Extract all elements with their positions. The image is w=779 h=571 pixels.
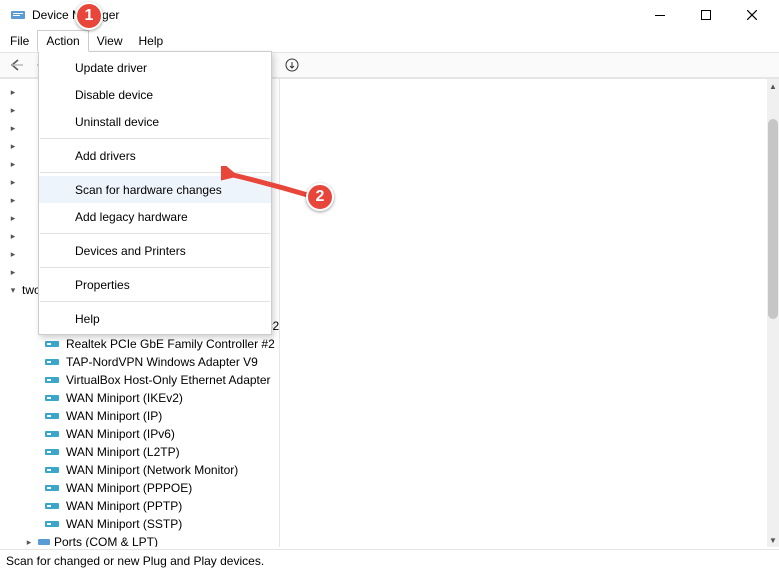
chevron-right-icon: ▸ (6, 227, 20, 245)
chevron-right-icon: ▸ (6, 173, 20, 191)
tree-device[interactable]: WAN Miniport (IPv6) (0, 425, 279, 443)
annotation-callout-1: 1 (75, 2, 103, 30)
tree-device[interactable]: VirtualBox Host-Only Ethernet Adapter (0, 371, 279, 389)
network-adapter-icon (44, 428, 60, 440)
device-label: VirtualBox Host-Only Ethernet Adapter (66, 371, 271, 389)
chevron-right-icon: ▸ (6, 101, 20, 119)
device-label: WAN Miniport (Network Monitor) (66, 461, 238, 479)
chevron-right-icon: ▸ (6, 209, 20, 227)
device-label: WAN Miniport (IKEv2) (66, 389, 183, 407)
window-title: Device Manager (32, 8, 637, 22)
chevron-right-icon: ▸ (6, 245, 20, 263)
menu-properties[interactable]: Properties (39, 271, 271, 298)
menu-separator (40, 233, 270, 234)
device-label: WAN Miniport (L2TP) (66, 443, 180, 461)
tree-device[interactable]: WAN Miniport (PPTP) (0, 497, 279, 515)
scroll-thumb[interactable] (768, 119, 778, 319)
network-adapter-icon (44, 338, 60, 350)
annotation-callout-2: 2 (306, 183, 334, 211)
chevron-right-icon: ▸ (6, 263, 20, 281)
network-adapter-icon (44, 518, 60, 530)
menubar: File Action View Help (0, 30, 779, 52)
tree-device[interactable]: Realtek PCIe GbE Family Controller #2 (0, 335, 279, 353)
menu-devices-printers[interactable]: Devices and Printers (39, 237, 271, 264)
back-button[interactable] (6, 54, 28, 76)
menu-help[interactable]: Help (131, 30, 172, 52)
menu-disable-device[interactable]: Disable device (39, 81, 271, 108)
device-label: WAN Miniport (SSTP) (66, 515, 182, 533)
chevron-right-icon: ▸ (6, 155, 20, 173)
chevron-down-icon: ▾ (6, 281, 20, 299)
close-button[interactable] (729, 0, 775, 30)
tree-category-label: Ports (COM & LPT) (52, 533, 158, 547)
tree-device[interactable]: TAP-NordVPN Windows Adapter V9 (0, 353, 279, 371)
device-label: WAN Miniport (PPTP) (66, 497, 182, 515)
app-icon (10, 7, 26, 23)
device-label: WAN Miniport (IP) (66, 407, 162, 425)
minimize-button[interactable] (637, 0, 683, 30)
chevron-right-icon: ▸ (6, 137, 20, 155)
device-label: Realtek PCIe GbE Family Controller #2 (66, 335, 275, 353)
tree-device[interactable]: WAN Miniport (L2TP) (0, 443, 279, 461)
chevron-right-icon: ▸ (6, 83, 20, 101)
maximize-button[interactable] (683, 0, 729, 30)
vertical-scrollbar[interactable]: ▲ ▼ (767, 79, 779, 547)
chevron-right-icon: ▸ (6, 191, 20, 209)
menu-update-driver[interactable]: Update driver (39, 54, 271, 81)
tree-device[interactable]: WAN Miniport (PPPOE) (0, 479, 279, 497)
statusbar: Scan for changed or new Plug and Play de… (0, 549, 779, 571)
menu-action[interactable]: Action (37, 30, 88, 52)
network-adapter-icon (44, 392, 60, 404)
menu-add-legacy[interactable]: Add legacy hardware (39, 203, 271, 230)
network-adapter-icon (44, 482, 60, 494)
menu-file[interactable]: File (2, 30, 37, 52)
network-adapter-icon (44, 374, 60, 386)
toolbar-scan-icon[interactable] (281, 54, 303, 76)
chevron-right-icon: ▸ (6, 119, 20, 137)
device-label: WAN Miniport (IPv6) (66, 425, 175, 443)
network-adapter-icon (44, 410, 60, 422)
window-controls (637, 0, 775, 30)
menu-separator (40, 267, 270, 268)
menu-uninstall-device[interactable]: Uninstall device (39, 108, 271, 135)
titlebar: Device Manager (0, 0, 779, 30)
scroll-down-icon[interactable]: ▼ (767, 533, 779, 547)
device-label: TAP-NordVPN Windows Adapter V9 (66, 353, 258, 371)
network-adapter-icon (44, 446, 60, 458)
menu-separator (40, 301, 270, 302)
menu-help-item[interactable]: Help (39, 305, 271, 332)
tree-device[interactable]: WAN Miniport (SSTP) (0, 515, 279, 533)
device-label: WAN Miniport (PPPOE) (66, 479, 192, 497)
chevron-right-icon: ▸ (22, 533, 36, 547)
network-adapter-icon (44, 500, 60, 512)
tree-category-ports[interactable]: ▸ Ports (COM & LPT) (0, 533, 279, 547)
network-adapter-icon (44, 464, 60, 476)
tree-device[interactable]: WAN Miniport (IKEv2) (0, 389, 279, 407)
tree-device[interactable]: WAN Miniport (Network Monitor) (0, 461, 279, 479)
menu-separator (40, 138, 270, 139)
tree-device[interactable]: WAN Miniport (IP) (0, 407, 279, 425)
menu-view[interactable]: View (89, 30, 131, 52)
ports-icon (36, 536, 52, 547)
detail-panel (280, 79, 767, 547)
status-text: Scan for changed or new Plug and Play de… (6, 554, 264, 568)
scroll-up-icon[interactable]: ▲ (767, 79, 779, 93)
menu-add-drivers[interactable]: Add drivers (39, 142, 271, 169)
network-adapter-icon (44, 356, 60, 368)
